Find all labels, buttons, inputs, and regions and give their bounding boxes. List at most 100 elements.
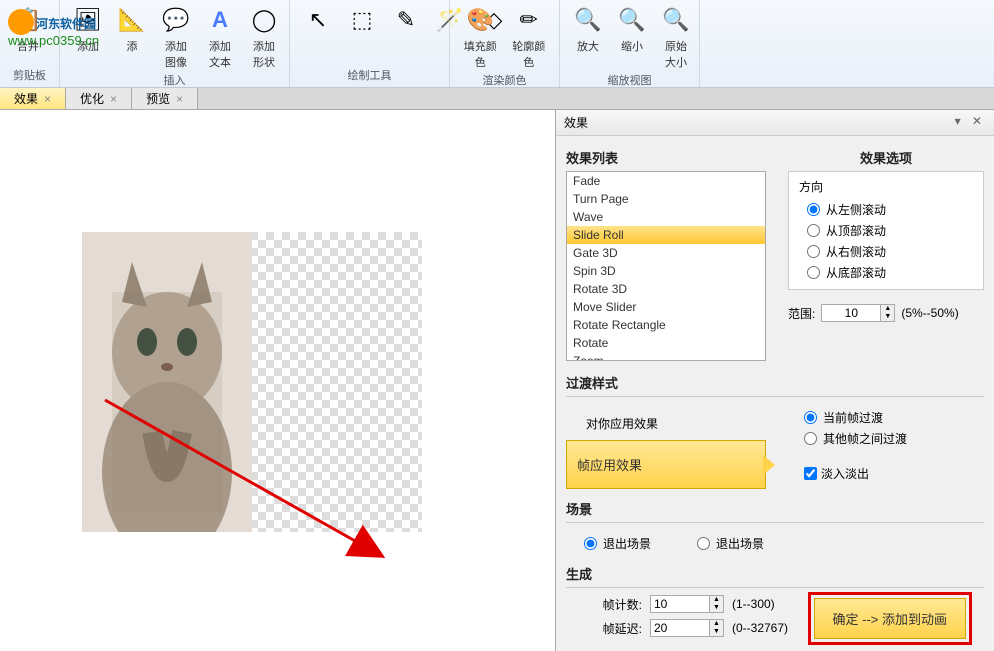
ribbon-add-shape-tool[interactable]: 📐添: [112, 2, 152, 56]
direction-label: 方向: [799, 178, 973, 195]
outline-icon: ✏: [513, 4, 545, 36]
effect-item[interactable]: Slide Roll: [567, 226, 765, 244]
zoom-out-icon: 🔍: [616, 4, 648, 36]
ribbon-select[interactable]: ↖: [298, 2, 338, 38]
checkbox-label: 淡入淡出: [821, 465, 869, 482]
fill-icon: 🎨: [464, 4, 496, 36]
direction-radio-right[interactable]: [807, 245, 820, 258]
direction-radio-top[interactable]: [807, 224, 820, 237]
ribbon-fill-color[interactable]: 🎨填充颜色: [458, 2, 503, 72]
panel-controls[interactable]: ▾ ✕: [955, 114, 986, 131]
radio-label: 其他帧之间过渡: [823, 430, 907, 447]
tab-effects[interactable]: 效果×: [0, 88, 66, 109]
effect-item[interactable]: Rotate 3D: [567, 280, 765, 298]
ribbon-add-text[interactable]: A添加文本: [200, 2, 240, 72]
effect-item[interactable]: Zoom: [567, 352, 765, 361]
ribbon-group-label: 缩放视图: [568, 72, 691, 90]
cursor-icon: ↖: [302, 4, 334, 36]
transition-radio-other[interactable]: [804, 432, 817, 445]
tab-preview[interactable]: 预览×: [132, 88, 198, 109]
zoom-in-icon: 🔍: [572, 4, 604, 36]
options-title: 效果选项: [788, 148, 984, 167]
canvas-area[interactable]: [0, 110, 556, 651]
close-icon[interactable]: ×: [44, 92, 51, 106]
scene-radio-exit1[interactable]: [584, 537, 597, 550]
radio-label: 退出场景: [603, 535, 651, 552]
apply-label: 对你应用效果: [566, 407, 776, 440]
ribbon-select-rect[interactable]: ⬚: [342, 2, 382, 38]
frame-count-input[interactable]: [650, 595, 710, 613]
range-label: 范围:: [788, 305, 815, 322]
ribbon-zoom-in[interactable]: 🔍放大: [568, 2, 608, 56]
effect-item[interactable]: Gate 3D: [567, 244, 765, 262]
ribbon-merge[interactable]: 📋 合并: [8, 2, 48, 56]
text-icon: A: [204, 4, 236, 36]
ribbon-pencil[interactable]: ✎: [386, 2, 426, 38]
spin-down-icon[interactable]: ▼: [881, 313, 894, 321]
ribbon-group-label: 绘制工具: [298, 67, 441, 85]
clipboard-icon: 📋: [12, 4, 44, 36]
ribbon-group-label: 渲染颜色: [458, 72, 551, 90]
ribbon-toolbar: 📋 合并 剪贴板 🖼添加 📐添 💬添加图像 A添加文本 ◯添加形状 插入 ↖ ⬚…: [0, 0, 994, 88]
transition-radio-current[interactable]: [804, 411, 817, 424]
effect-item[interactable]: Rotate Rectangle: [567, 316, 765, 334]
spin-up-icon[interactable]: ▲: [881, 305, 894, 313]
effect-item[interactable]: Fade: [567, 172, 765, 190]
ribbon-group-label: 剪贴板: [8, 67, 51, 85]
close-icon[interactable]: ×: [110, 92, 117, 106]
transition-title: 过渡样式: [566, 373, 984, 392]
effect-item[interactable]: Move Slider: [567, 298, 765, 316]
frame-delay-hint: (0--32767): [732, 621, 788, 635]
ribbon-add-image[interactable]: 🖼添加: [68, 2, 108, 56]
spin-up-icon[interactable]: ▲: [710, 620, 723, 628]
ribbon-zoom-out[interactable]: 🔍缩小: [612, 2, 652, 56]
apply-effect-button[interactable]: 帧应用效果: [566, 440, 766, 489]
spin-down-icon[interactable]: ▼: [710, 604, 723, 612]
effect-item[interactable]: Rotate: [567, 334, 765, 352]
ribbon-add-shape[interactable]: ◯添加形状: [244, 2, 284, 72]
speech-icon: 💬: [160, 4, 192, 36]
close-icon[interactable]: ×: [176, 92, 183, 106]
effect-item[interactable]: Turn Page: [567, 190, 765, 208]
scene-radio-exit2[interactable]: [697, 537, 710, 550]
radio-label: 退出场景: [716, 535, 764, 552]
frame-count-hint: (1--300): [732, 597, 775, 611]
image-icon: 🖼: [72, 4, 104, 36]
panel-title: 效果: [564, 114, 588, 131]
ribbon-zoom-reset[interactable]: 🔍原始大小: [656, 2, 696, 72]
shape-icon: 📐: [116, 4, 148, 36]
direction-radio-bottom[interactable]: [807, 266, 820, 279]
document-tabs: 效果× 优化× 预览×: [0, 88, 994, 110]
canvas-image: [82, 232, 252, 532]
zoom-icon: 🔍: [660, 4, 692, 36]
frame-count-label: 帧计数:: [586, 596, 642, 613]
confirm-highlight-box: 确定 --> 添加到动画: [808, 592, 972, 645]
radio-label: 从顶部滚动: [826, 222, 886, 239]
effects-list-title: 效果列表: [566, 148, 776, 167]
effects-list[interactable]: FadeTurn PageWaveSlide RollGate 3DSpin 3…: [566, 171, 766, 361]
scene-title: 场景: [566, 499, 984, 518]
radio-label: 从左侧滚动: [826, 201, 886, 218]
frame-delay-input[interactable]: [650, 619, 710, 637]
spin-down-icon[interactable]: ▼: [710, 628, 723, 636]
rect-select-icon: ⬚: [346, 4, 378, 36]
tab-optimize[interactable]: 优化×: [66, 88, 132, 109]
generate-title: 生成: [566, 564, 984, 583]
range-hint: (5%--50%): [901, 306, 958, 320]
frame-delay-label: 帧延迟:: [586, 620, 642, 637]
ribbon-add-bubble[interactable]: 💬添加图像: [156, 2, 196, 72]
radio-label: 从右侧滚动: [826, 243, 886, 260]
spin-up-icon[interactable]: ▲: [710, 596, 723, 604]
range-input[interactable]: [821, 304, 881, 322]
effect-item[interactable]: Spin 3D: [567, 262, 765, 280]
direction-radio-left[interactable]: [807, 203, 820, 216]
effects-panel: 效果 ▾ ✕ 效果列表 FadeTurn PageWaveSlide RollG…: [556, 110, 994, 651]
confirm-add-button[interactable]: 确定 --> 添加到动画: [814, 598, 966, 639]
radio-label: 当前帧过渡: [823, 409, 883, 426]
ribbon-outline-color[interactable]: ✏轮廓颜色: [507, 2, 552, 72]
radio-label: 从底部滚动: [826, 264, 886, 281]
pencil-icon: ✎: [390, 4, 422, 36]
circle-icon: ◯: [248, 4, 280, 36]
fade-checkbox[interactable]: [804, 467, 817, 480]
effect-item[interactable]: Wave: [567, 208, 765, 226]
